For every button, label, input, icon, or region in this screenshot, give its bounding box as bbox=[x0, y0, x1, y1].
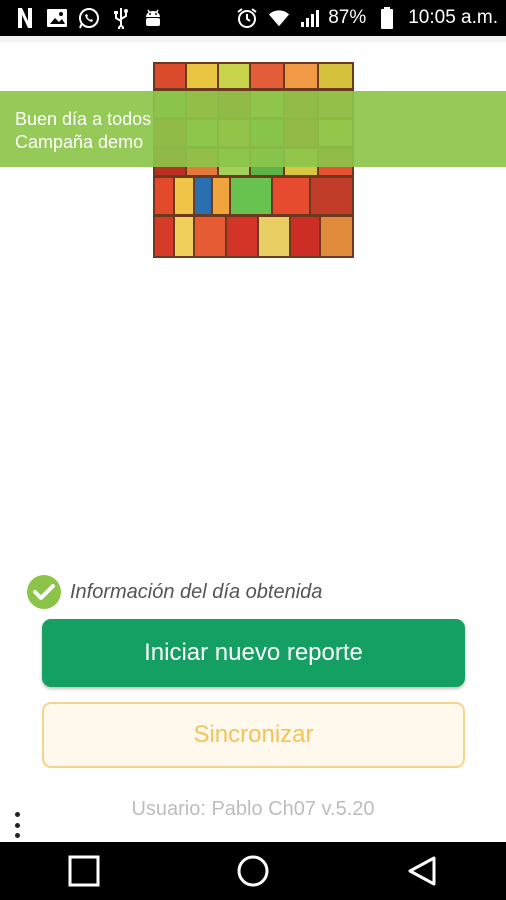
whatsapp-icon bbox=[78, 7, 100, 29]
back-triangle-icon[interactable] bbox=[402, 851, 442, 891]
battery-percent: 87% bbox=[328, 7, 367, 28]
greeting-text: Buen día a todos bbox=[15, 109, 152, 129]
alarm-icon bbox=[236, 7, 258, 29]
battery-icon bbox=[376, 7, 398, 29]
overflow-menu-icon[interactable] bbox=[10, 812, 24, 838]
greeting-banner: Buen día a todos Campaña demo bbox=[0, 91, 506, 167]
clock: 10:05 a.m. bbox=[408, 7, 498, 28]
overflow-dot bbox=[14, 833, 20, 838]
start-new-report-button[interactable]: Iniciar nuevo reporte bbox=[42, 619, 465, 687]
overflow-dot bbox=[14, 822, 20, 828]
sync-status: Información del día obtenida bbox=[26, 572, 322, 612]
android-debug-icon bbox=[142, 7, 164, 29]
sync-button[interactable]: Sincronizar bbox=[42, 702, 465, 768]
image-icon bbox=[46, 7, 68, 29]
status-message: Información del día obtenida bbox=[70, 580, 323, 603]
usb-icon bbox=[110, 7, 132, 29]
overflow-dot bbox=[14, 812, 20, 817]
status-bar-system: 87% 10:05 a.m. bbox=[236, 7, 498, 29]
netflix-icon bbox=[14, 7, 36, 29]
signal-icon bbox=[300, 7, 322, 29]
recents-square-icon[interactable] bbox=[64, 851, 104, 891]
app-top-strip bbox=[0, 36, 506, 42]
status-bar-notifications bbox=[14, 7, 164, 29]
user-version-label: Usuario: Pablo Ch07 v.5.20 bbox=[131, 798, 375, 820]
home-circle-icon[interactable] bbox=[233, 851, 273, 891]
wifi-icon bbox=[268, 7, 290, 29]
campaign-name: Campaña demo bbox=[15, 132, 144, 152]
status-bar: 87% 10:05 a.m. bbox=[0, 0, 506, 36]
system-nav-bar bbox=[0, 842, 506, 900]
check-circle-icon bbox=[26, 574, 62, 610]
